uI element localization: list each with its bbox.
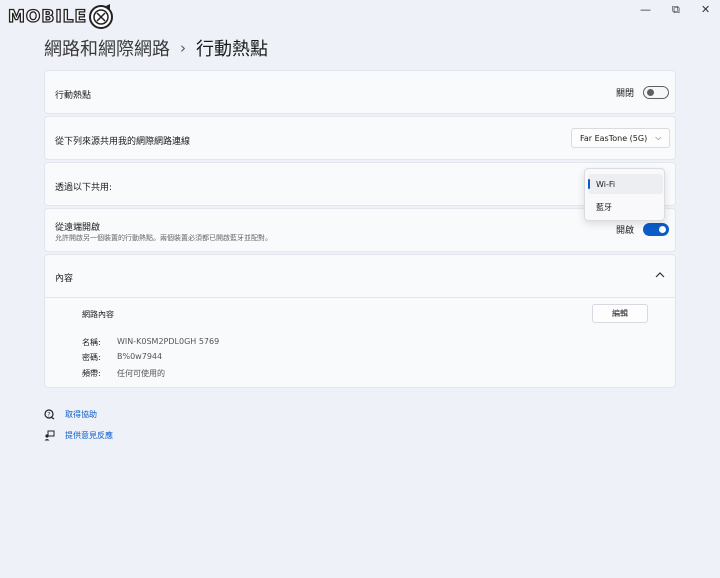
help-link-row[interactable]: ? 取得協助 xyxy=(44,409,97,420)
name-value: WIN-K0SM2PDL0GH 5769 xyxy=(117,337,220,346)
breadcrumb-parent[interactable]: 網路和網際網路 xyxy=(44,35,170,61)
page-title: 行動熱點 xyxy=(196,39,268,60)
remote-toggle-group: 開啟 xyxy=(616,223,670,236)
remote-state-text: 開啟 xyxy=(616,226,635,236)
dropdown-option-bluetooth[interactable]: 藍牙 xyxy=(588,197,663,217)
chevron-down-icon: ⌵ xyxy=(655,133,662,142)
password-key: 密碼: xyxy=(82,353,101,362)
feedback-link-row[interactable]: 提供意見反應 xyxy=(44,430,113,441)
remote-label: 從遠端開啟 xyxy=(55,223,101,233)
edit-button[interactable]: 編輯 xyxy=(592,304,648,323)
toggle-knob xyxy=(659,226,667,233)
hotspot-toggle[interactable] xyxy=(643,86,670,99)
remote-card: 從遠端開啟 允許開啟另一個裝置的行動熱點。兩個裝置必須都已開啟藍牙並配對。 開啟 xyxy=(44,208,676,252)
share-from-select[interactable]: Far EasTone (5G) ⌵ xyxy=(571,128,671,148)
share-over-dropdown: Wi-Fi 藍牙 xyxy=(584,168,665,221)
feedback-link[interactable]: 提供意見反應 xyxy=(65,430,113,441)
hotspot-state-text: 關閉 xyxy=(616,89,635,99)
logo-badge-icon xyxy=(89,4,114,29)
breadcrumb-separator-icon: › xyxy=(180,39,186,57)
properties-header[interactable]: 內容 xyxy=(55,271,73,284)
share-over-label: 透過以下共用: xyxy=(55,183,113,193)
divider xyxy=(45,297,675,298)
remote-toggle[interactable] xyxy=(643,223,670,236)
feedback-icon xyxy=(44,430,55,441)
password-value: B%0w7944 xyxy=(117,352,163,361)
share-from-value: Far EasTone (5G) xyxy=(580,133,648,143)
dropdown-option-wifi[interactable]: Wi-Fi xyxy=(588,174,663,194)
network-props-label: 網路內容 xyxy=(82,310,114,319)
svg-text:?: ? xyxy=(47,411,50,418)
toggle-knob xyxy=(647,89,655,96)
close-button[interactable]: ✕ xyxy=(701,4,710,18)
mobile01-logo: MOBILE xyxy=(7,4,114,30)
share-over-card: 透過以下共用: xyxy=(44,162,676,206)
band-key: 頻帶: xyxy=(82,369,101,378)
share-from-card: 從下列來源共用我的網際網路連線 Far EasTone (5G) ⌵ xyxy=(44,116,676,160)
hotspot-card: 行動熱點 關閉 xyxy=(44,70,676,114)
properties-card: 內容 網路內容 編輯 名稱: WIN-K0SM2PDL0GH 5769 密碼: … xyxy=(44,254,676,388)
help-link[interactable]: 取得協助 xyxy=(65,409,97,420)
name-key: 名稱: xyxy=(82,338,101,347)
share-from-label: 從下列來源共用我的網際網路連線 xyxy=(55,137,191,147)
logo-text: MOBILE xyxy=(7,6,88,27)
minimize-button[interactable]: — xyxy=(640,4,651,18)
maximize-button[interactable]: ⧉ xyxy=(672,4,680,18)
remote-sublabel: 允許開啟另一個裝置的行動熱點。兩個裝置必須都已開啟藍牙並配對。 xyxy=(55,234,272,242)
help-icon: ? xyxy=(44,409,55,420)
hotspot-toggle-group: 關閉 xyxy=(616,86,670,99)
hotspot-label: 行動熱點 xyxy=(55,91,92,101)
chevron-up-icon[interactable] xyxy=(655,271,665,279)
breadcrumb: 網路和網際網路 › 行動熱點 xyxy=(44,35,268,61)
band-value: 任何可使用的 xyxy=(117,369,165,378)
